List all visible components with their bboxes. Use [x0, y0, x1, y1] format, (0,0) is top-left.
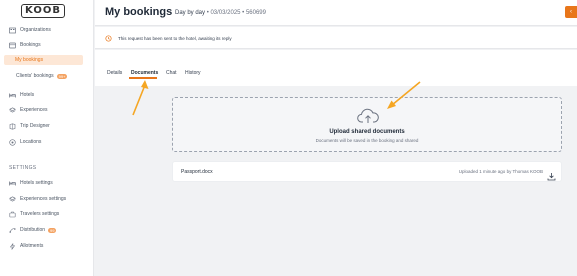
sidebar-item-label: Trip Designer — [20, 123, 50, 129]
sidebar-item-hotels-settings[interactable]: Hotels settings — [5, 178, 85, 188]
sidebar-item-label: Locations — [20, 139, 42, 145]
download-icon[interactable] — [547, 168, 556, 186]
sidebar-item-locations[interactable]: Locations — [5, 137, 85, 147]
sidebar-item-label: Allotments — [20, 243, 44, 249]
sidebar-item-label: Experiences — [20, 107, 48, 113]
sidebar-item-label: Clients' bookings — [16, 73, 54, 79]
sidebar-item-travelers-settings[interactable]: Travelers settings — [5, 209, 85, 219]
bed-icon — [9, 92, 16, 99]
history-icon — [105, 35, 112, 43]
sidebar-item-allotments[interactable]: Allotments — [5, 241, 85, 251]
chevron-left-icon: ‹ — [570, 9, 572, 15]
sidebar-item-label: My bookings — [15, 57, 44, 63]
layers-icon — [9, 195, 16, 203]
tab-details[interactable]: Details — [107, 70, 122, 76]
booking-date: 03/03/2025 — [210, 10, 241, 16]
sidebar-item-experiences-settings[interactable]: Experiences settings — [5, 194, 85, 204]
bed-icon — [9, 180, 16, 187]
koob-logo[interactable]: KOOB — [21, 4, 65, 18]
booking-ref: 560699 — [245, 10, 266, 16]
sidebar-item-label: Experiences settings — [20, 196, 67, 202]
sidebar-item-label: Organizations — [20, 27, 51, 33]
lightning-icon — [9, 242, 16, 250]
sidebar-item-hotels[interactable]: Hotels — [5, 90, 85, 100]
tabs-bar: Details Documents Chat History — [95, 50, 577, 86]
tab-documents[interactable]: Documents — [131, 70, 158, 76]
document-name[interactable]: Passport.docx — [181, 169, 213, 175]
page-title: My bookings — [105, 6, 173, 18]
sidebar-item-organizations[interactable]: Organizations — [5, 25, 85, 35]
document-row: Passport.docx Uploaded 1 minute ago by T… — [172, 161, 562, 182]
sidebar-item-label: Travelers settings — [20, 211, 60, 217]
distribution-badge: 99 — [48, 227, 57, 233]
active-tab-indicator — [129, 77, 157, 79]
sidebar-item-clients-bookings[interactable]: Clients' bookings 99+ — [5, 71, 85, 81]
sidebar-item-label: Hotels — [20, 92, 35, 98]
layers-icon — [9, 106, 16, 114]
upload-dropzone[interactable]: Upload shared documents Documents will b… — [172, 97, 562, 152]
sidebar-item-label: Hotels settings — [20, 180, 53, 186]
sidebar: KOOB Organizations Bookings My bookings … — [0, 0, 94, 276]
booking-subtitle: Day by day • 03/03/2025 • 560699 — [175, 10, 266, 16]
sidebar-item-label: Distribution — [20, 227, 46, 233]
document-upload-meta: Uploaded 1 minute ago by Thomas KOOB — [458, 169, 543, 174]
location-icon — [9, 138, 16, 146]
sidebar-item-experiences[interactable]: Experiences — [5, 105, 85, 115]
sidebar-item-distribution[interactable]: Distribution 99 — [5, 225, 85, 235]
settings-section-title: SETTINGS — [9, 165, 37, 171]
page-header: My bookings Day by day • 03/03/2025 • 56… — [95, 0, 577, 26]
booking-mode: Day by day — [175, 10, 206, 16]
distribution-icon — [9, 227, 16, 234]
sidebar-item-my-bookings[interactable]: My bookings — [4, 55, 83, 65]
status-notice: This request has been sent to the hotel,… — [95, 27, 577, 49]
sidebar-item-trip-designer[interactable]: Trip Designer — [5, 121, 85, 131]
notice-text: This request has been sent to the hotel,… — [118, 36, 232, 41]
upload-title: Upload shared documents — [329, 129, 405, 135]
sidebar-item-bookings[interactable]: Bookings — [5, 40, 85, 50]
trip-icon — [9, 122, 16, 130]
cloud-upload-icon — [357, 108, 379, 129]
travelers-icon — [9, 211, 16, 218]
clients-bookings-badge: 99+ — [56, 73, 68, 79]
organizations-icon — [9, 27, 16, 34]
upload-subtitle: Documents will be saved in the booking a… — [315, 138, 419, 143]
header-action-button[interactable]: ‹ — [565, 6, 577, 18]
tab-chat[interactable]: Chat — [166, 70, 177, 76]
bookings-icon — [9, 42, 16, 49]
sidebar-item-label: Bookings — [20, 42, 41, 48]
tab-history[interactable]: History — [185, 70, 201, 76]
